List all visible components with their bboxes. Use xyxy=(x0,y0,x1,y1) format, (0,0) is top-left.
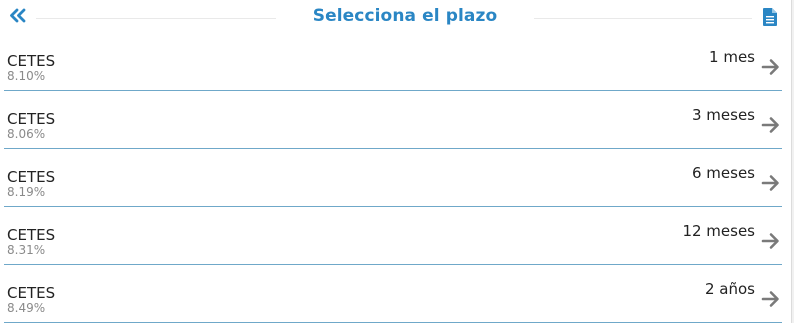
term-option-row[interactable]: CETES 8.49% 2 años xyxy=(4,265,782,323)
term-option-row[interactable]: CETES 8.19% 6 meses xyxy=(4,149,782,207)
arrow-right-icon xyxy=(761,231,781,251)
instrument-name: CETES xyxy=(7,110,56,128)
arrow-right-icon xyxy=(761,289,781,309)
rate-value: 8.10% xyxy=(7,69,46,83)
arrow-right-icon xyxy=(761,115,781,135)
rate-value: 8.49% xyxy=(7,301,46,315)
header: Selecciona el plazo xyxy=(0,0,790,36)
page-title: Selecciona el plazo xyxy=(0,6,794,26)
term-label: 1 mes xyxy=(709,48,755,66)
instrument-name: CETES xyxy=(7,226,56,244)
rate-value: 8.19% xyxy=(7,185,46,199)
document-icon xyxy=(763,8,777,26)
term-label: 12 meses xyxy=(682,222,755,240)
term-label: 2 años xyxy=(704,280,755,298)
term-label: 3 meses xyxy=(691,106,755,124)
arrow-right-icon xyxy=(761,57,781,77)
term-option-row[interactable]: CETES 8.06% 3 meses xyxy=(4,91,782,149)
term-option-row[interactable]: CETES 8.31% 12 meses xyxy=(4,207,782,265)
term-list: CETES 8.10% 1 mes CETES 8.06% 3 meses CETES 8.1… xyxy=(4,33,782,323)
instrument-name: CETES xyxy=(7,284,56,302)
instrument-name: CETES xyxy=(7,168,56,186)
instrument-name: CETES xyxy=(7,52,56,70)
term-option-row[interactable]: CETES 8.10% 1 mes xyxy=(4,33,782,91)
page-title-text: Selecciona el plazo xyxy=(302,6,508,26)
rate-value: 8.06% xyxy=(7,127,46,141)
arrow-right-icon xyxy=(761,173,781,193)
term-label: 6 meses xyxy=(691,164,755,182)
rate-value: 8.31% xyxy=(7,243,46,257)
document-button[interactable] xyxy=(763,8,777,26)
